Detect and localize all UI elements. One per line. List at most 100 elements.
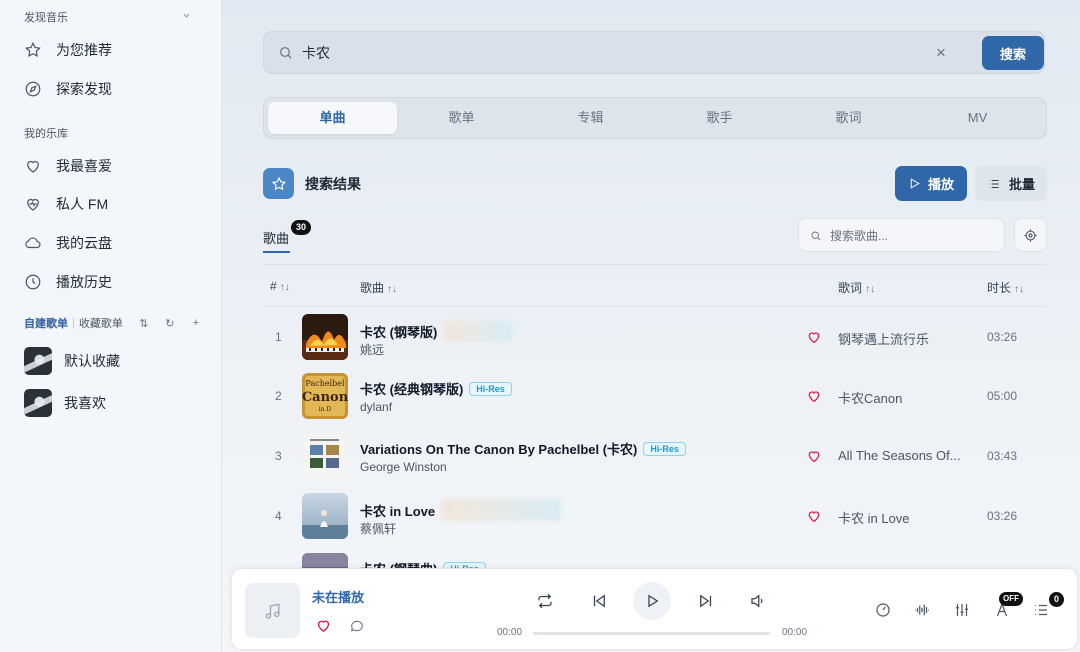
song-title[interactable]: Variations On The Canon By Pachelbel (卡农… (360, 439, 686, 458)
chevron-down-icon[interactable] (182, 11, 191, 20)
table-row[interactable]: 3 Variations On The Canon By Pachelbel (… (263, 426, 1047, 486)
table-row[interactable]: 4 卡农 in Love 蔡佩轩 卡农 in Love 03:26 (263, 486, 1047, 546)
batch-button[interactable]: 批量 (975, 166, 1047, 201)
play-button[interactable] (633, 582, 671, 620)
play-all-button[interactable]: 播放 (895, 166, 967, 201)
sidebar-item-label: 私人 FM (56, 196, 109, 212)
col-lyric[interactable]: 歌词 ↑↓ (838, 279, 875, 296)
sidebar-item-personal-fm[interactable]: 私人 FM (24, 190, 204, 218)
waveform-icon[interactable] (911, 599, 933, 621)
blurred-tag (441, 499, 562, 521)
song-filter-input[interactable] (830, 227, 990, 245)
tab-mv[interactable]: MV (913, 102, 1042, 134)
tab-song-results[interactable]: 歌曲 (263, 228, 289, 247)
tab-albums[interactable]: 专辑 (526, 102, 655, 134)
star-icon (25, 41, 41, 58)
like-heart-icon[interactable] (806, 388, 822, 404)
album-cover (302, 433, 348, 479)
hires-badge: Hi-Res (643, 441, 686, 456)
next-icon[interactable] (694, 589, 718, 613)
section-library-label: 我的乐库 (24, 128, 68, 140)
tab-artists[interactable]: 歌手 (655, 102, 784, 134)
progress-bar[interactable] (533, 632, 770, 635)
song-title[interactable]: 卡农 in Love (360, 499, 562, 521)
add-playlist-icon[interactable]: + (189, 317, 203, 329)
search-button[interactable]: 搜索 (982, 36, 1044, 70)
playlist-item-default[interactable]: 默认收藏 (24, 346, 120, 376)
sidebar-item-favorites[interactable]: 我最喜爱 (24, 152, 204, 180)
previous-icon[interactable] (587, 589, 611, 613)
like-heart-icon[interactable] (315, 617, 332, 634)
now-playing-cover[interactable] (245, 583, 300, 638)
like-heart-icon[interactable] (806, 508, 822, 524)
star-icon (263, 168, 294, 199)
search-input[interactable] (302, 43, 902, 63)
like-heart-icon[interactable] (806, 448, 822, 464)
sidebar-item-explore[interactable]: 探索发现 (24, 75, 204, 103)
radio-heart-icon (27, 198, 39, 211)
tab-playlists[interactable]: 歌单 (397, 102, 526, 134)
result-count-badge: 30 (291, 220, 311, 235)
song-title[interactable]: 卡农 (钢琴版) (360, 320, 514, 342)
sidebar-item-label: 我最喜爱 (56, 158, 112, 174)
target-icon (1024, 228, 1037, 242)
song-lyric: All The Seasons Of... (838, 448, 961, 463)
music-note-icon (265, 603, 279, 619)
results-header: 搜索结果 (263, 168, 361, 199)
song-lyric: 钢琴遇上流行乐 (838, 332, 930, 347)
refresh-icon[interactable]: ↻ (163, 317, 177, 330)
song-filter (798, 218, 1005, 252)
clear-icon[interactable]: × (932, 44, 950, 62)
hires-badge: Hi-Res (469, 381, 512, 396)
sidebar-item-recommend[interactable]: 为您推荐 (24, 36, 204, 64)
table-row[interactable]: 2 Pachelbel Canon in D 卡农 (经典钢琴版) Hi-Res dy… (263, 366, 1047, 426)
queue-count-badge: 0 (1049, 592, 1064, 607)
song-lyric: 卡农Canon (838, 391, 903, 406)
song-title-text: 卡农 (经典钢琴版) (360, 382, 464, 397)
song-duration: 05:00 (987, 389, 1018, 403)
tab-lyrics[interactable]: 歌词 (784, 102, 913, 134)
time-total: 00:00 (782, 627, 808, 638)
table-row[interactable]: 1 卡农 (钢琴版) 姚远 钢琴遇上流行乐 03:26 (263, 307, 1047, 367)
sort-icon: ↑↓ (1014, 284, 1025, 295)
locate-button[interactable] (1014, 218, 1047, 252)
col-song[interactable]: 歌曲 ↑↓ (360, 279, 397, 296)
volume-icon[interactable] (746, 589, 770, 613)
song-lyric: 卡农 in Love (838, 511, 910, 526)
song-title[interactable]: 卡农 (经典钢琴版) Hi-Res (360, 379, 512, 398)
playlist-item-liked[interactable]: 我喜欢 (24, 388, 106, 418)
song-artist[interactable]: George Winston (360, 460, 447, 474)
song-artist[interactable]: 蔡佩轩 (360, 520, 396, 537)
sidebar-item-cloud[interactable]: 我的云盘 (24, 229, 204, 257)
song-title-text: Variations On The Canon By Pachelbel (卡农… (360, 442, 638, 457)
col-index[interactable]: # ↑↓ (270, 279, 290, 293)
col-duration[interactable]: 时长 ↑↓ (987, 279, 1024, 296)
col-duration-label: 时长 (987, 281, 1012, 295)
batch-label: 批量 (1008, 177, 1035, 192)
category-tabs: 单曲 歌单 专辑 歌手 歌词 MV (263, 97, 1047, 139)
song-artist[interactable]: 姚远 (360, 341, 384, 358)
tab-songs[interactable]: 单曲 (268, 102, 397, 134)
row-index: 2 (275, 389, 282, 403)
list-icon (989, 179, 999, 188)
equalizer-icon[interactable] (951, 599, 973, 621)
sort-icon[interactable]: ⇅ (137, 317, 151, 330)
svg-text:in D: in D (319, 406, 332, 413)
row-index: 3 (275, 449, 282, 463)
search-icon (811, 231, 821, 241)
tab-collected-playlists[interactable]: 收藏歌单 (79, 315, 123, 331)
sidebar-item-label: 我的云盘 (56, 235, 112, 251)
song-artist[interactable]: dylanf (360, 400, 392, 414)
tab-created-playlists[interactable]: 自建歌单 (24, 315, 68, 331)
like-heart-icon[interactable] (806, 329, 822, 345)
song-title-text: 卡农 (钢琴版) (360, 324, 438, 340)
sort-icon: ↑↓ (279, 282, 290, 293)
play-icon (648, 594, 659, 608)
vinyl-icon (24, 347, 52, 375)
comment-icon[interactable] (349, 618, 365, 634)
play-icon (910, 178, 920, 189)
sidebar-item-history[interactable]: 播放历史 (24, 268, 204, 296)
speed-gauge-icon[interactable] (872, 599, 894, 621)
repeat-icon[interactable] (533, 589, 557, 613)
col-song-label: 歌曲 (360, 281, 385, 295)
